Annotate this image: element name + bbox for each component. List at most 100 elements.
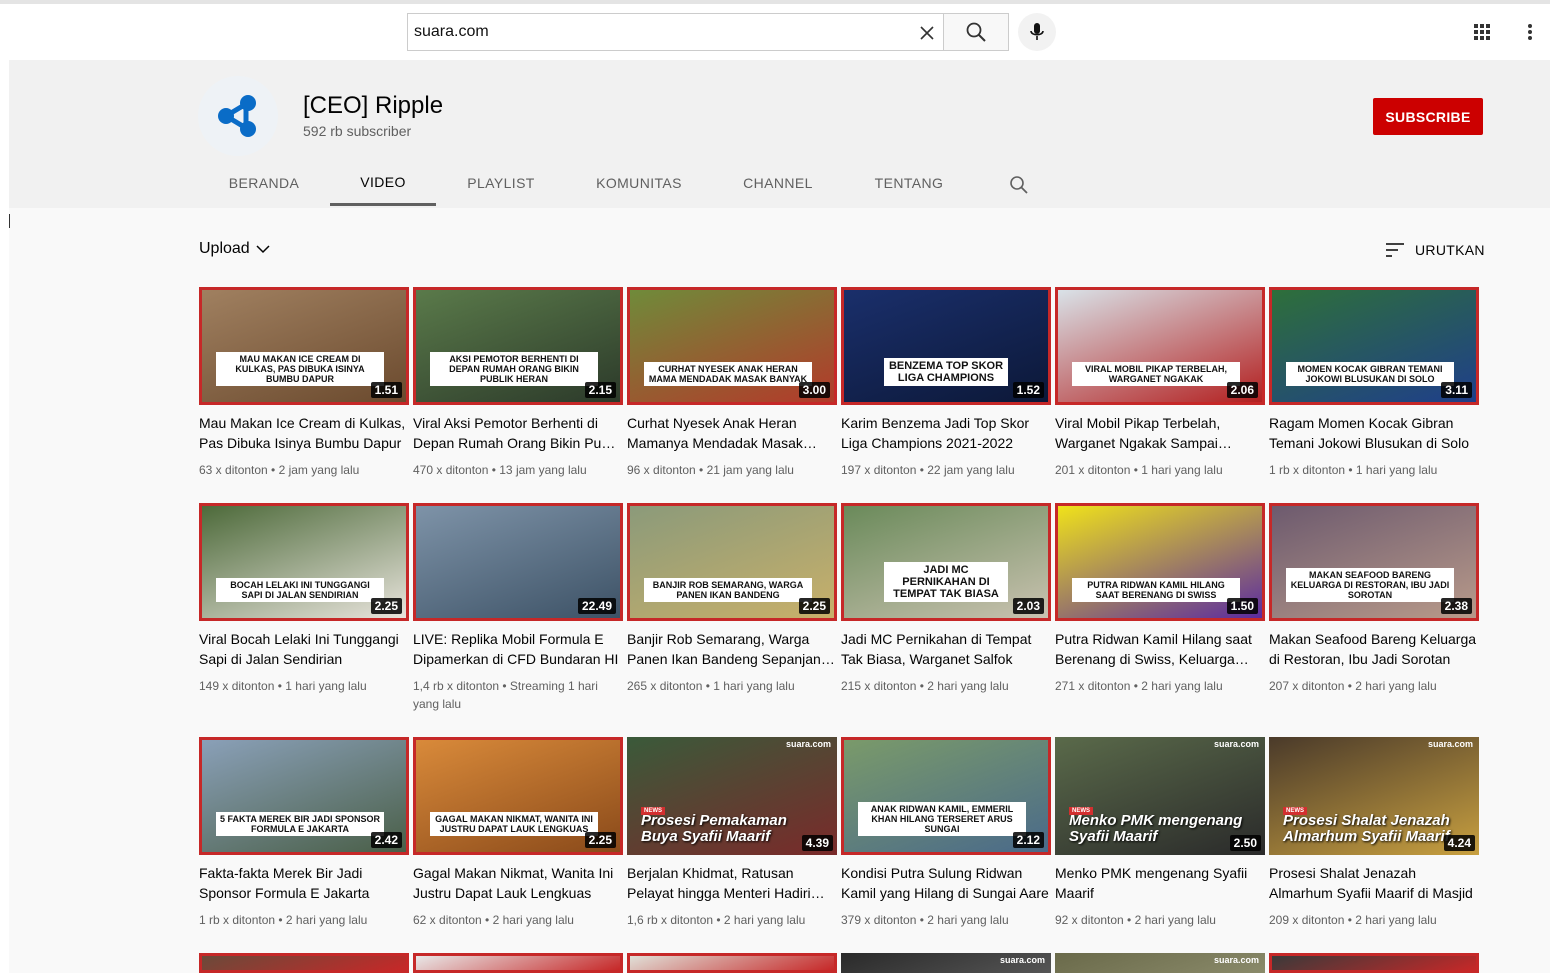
video-title[interactable]: Karim Benzema Jadi Top Skor Liga Champio… xyxy=(841,413,1051,453)
voice-search-button[interactable] xyxy=(1018,13,1056,51)
video-meta: 149 x ditonton • 1 hari yang lalu xyxy=(199,679,367,693)
video-title[interactable]: Putra Ridwan Kamil Hilang saat Berenang … xyxy=(1055,629,1265,669)
channel-avatar[interactable] xyxy=(198,76,278,156)
video-title[interactable]: Fakta-fakta Merek Bir Jadi Sponsor Formu… xyxy=(199,863,409,903)
video-title[interactable]: Ragam Momen Kocak Gibran Temani Jokowi B… xyxy=(1269,413,1479,453)
video-card[interactable]: suara.com NEWS Prosesi Shalat Jenazah Alma… xyxy=(1269,737,1479,929)
video-card[interactable]: CURHAT NYESEK ANAK HERAN MAMA MENDADAK M… xyxy=(627,287,837,479)
video-title[interactable]: Menko PMK mengenang Syafii Maarif xyxy=(1055,863,1265,903)
video-meta: 197 x ditonton • 22 jam yang lalu xyxy=(841,463,1015,477)
search-button[interactable] xyxy=(944,13,1009,51)
video-title[interactable]: Curhat Nyesek Anak Heran Mamanya Mendada… xyxy=(627,413,837,453)
video-title[interactable]: Viral Mobil Pikap Terbelah, Warganet Nga… xyxy=(1055,413,1265,453)
more-vert-icon[interactable] xyxy=(1518,20,1542,44)
video-thumbnail[interactable]: GAGAL MAKAN NIKMAT, WANITA INI JUSTRU DA… xyxy=(413,737,623,855)
tab-komunitas[interactable]: KOMUNITAS xyxy=(584,160,694,206)
video-thumbnail[interactable]: suara.com NEWS Menko PMK mengenang Syafii … xyxy=(1055,737,1265,855)
suara-logo: suara.com xyxy=(1427,739,1473,749)
video-thumbnail[interactable] xyxy=(199,953,409,973)
video-card[interactable] xyxy=(1269,953,1479,973)
text-cursor xyxy=(9,214,10,228)
video-card[interactable]: suara.com xyxy=(841,953,1051,973)
video-card[interactable] xyxy=(413,953,623,973)
video-card[interactable]: BANJIR ROB SEMARANG, WARGA PANEN IKAN BA… xyxy=(627,503,837,695)
apps-grid-icon[interactable] xyxy=(1470,20,1494,44)
thumbnail-caption: PUTRA RIDWAN KAMIL HILANG SAAT BERENANG … xyxy=(1072,578,1240,602)
video-card[interactable]: BENZEMA TOP SKOR LIGA CHAMPIONS 1.52 Karim… xyxy=(841,287,1051,479)
video-thumbnail[interactable]: BANJIR ROB SEMARANG, WARGA PANEN IKAN BA… xyxy=(627,503,837,621)
thumbnail-caption: BENZEMA TOP SKOR LIGA CHAMPIONS xyxy=(884,358,1008,386)
video-title[interactable]: Gagal Makan Nikmat, Wanita Ini Justru Da… xyxy=(413,863,623,903)
video-title[interactable]: Mau Makan Ice Cream di Kulkas, Pas Dibuk… xyxy=(199,413,409,453)
video-card[interactable]: 22.49 LIVE: Replika Mobil Formula E Dipam… xyxy=(413,503,623,713)
video-thumbnail[interactable]: suara.com NEWS Prosesi Shalat Jenazah Alma… xyxy=(1269,737,1479,855)
search-box[interactable] xyxy=(407,13,944,51)
video-thumbnail[interactable]: AKSI PEMOTOR BERHENTI DI DEPAN RUMAH ORA… xyxy=(413,287,623,405)
tab-video[interactable]: VIDEO xyxy=(330,160,436,206)
video-card[interactable]: GAGAL MAKAN NIKMAT, WANITA INI JUSTRU DA… xyxy=(413,737,623,929)
video-thumbnail[interactable]: suara.com NEWS Prosesi Pemakaman Buya Syaf… xyxy=(627,737,837,855)
video-thumbnail[interactable]: MAU MAKAN ICE CREAM DI KULKAS, PAS DIBUK… xyxy=(199,287,409,405)
sort-button[interactable]: URUTKAN xyxy=(1385,238,1485,262)
video-title[interactable]: Viral Bocah Lelaki Ini Tunggangi Sapi di… xyxy=(199,629,409,669)
video-thumbnail[interactable]: VIRAL MOBIL PIKAP TERBELAH, WARGANET NGA… xyxy=(1055,287,1265,405)
video-card[interactable]: 5 FAKTA MEREK BIR JADI SPONSOR FORMULA E… xyxy=(199,737,409,929)
video-card[interactable]: PUTRA RIDWAN KAMIL HILANG SAAT BERENANG … xyxy=(1055,503,1265,695)
duration-badge: 2.03 xyxy=(1012,598,1044,614)
video-card[interactable]: BOCAH LELAKI INI TUNGGANGI SAPI DI JALAN… xyxy=(199,503,409,695)
video-title[interactable]: Banjir Rob Semarang, Warga Panen Ikan Ba… xyxy=(627,629,837,669)
duration-badge: 2.25 xyxy=(584,832,616,848)
thumbnail-image xyxy=(630,956,834,970)
video-card[interactable]: suara.com NEWS Menko PMK mengenang Syafii … xyxy=(1055,737,1265,929)
video-title[interactable]: LIVE: Replika Mobil Formula E Dipamerkan… xyxy=(413,629,623,669)
upload-dropdown[interactable]: Upload xyxy=(199,240,270,258)
video-thumbnail[interactable]: MOMEN KOCAK GIBRAN TEMANI JOKOWI BLUSUKA… xyxy=(1269,287,1479,405)
video-card[interactable]: ANAK RIDWAN KAMIL, EMMERIL KHAN HILANG T… xyxy=(841,737,1051,929)
subscribe-button[interactable]: SUBSCRIBE xyxy=(1373,98,1483,135)
video-card[interactable]: suara.com xyxy=(1055,953,1265,973)
tab-playlist[interactable]: PLAYLIST xyxy=(450,160,552,206)
video-thumbnail[interactable] xyxy=(413,953,623,973)
video-thumbnail[interactable] xyxy=(1269,953,1479,973)
video-thumbnail[interactable]: BOCAH LELAKI INI TUNGGANGI SAPI DI JALAN… xyxy=(199,503,409,621)
duration-badge: 2.42 xyxy=(370,832,402,848)
video-thumbnail[interactable]: BENZEMA TOP SKOR LIGA CHAMPIONS 1.52 xyxy=(841,287,1051,405)
video-card[interactable]: suara.com NEWS Prosesi Pemakaman Buya Syaf… xyxy=(627,737,837,929)
tab-beranda[interactable]: BERANDA xyxy=(212,160,316,206)
video-title[interactable]: Viral Aksi Pemotor Berhenti di Depan Rum… xyxy=(413,413,623,453)
video-card[interactable]: AKSI PEMOTOR BERHENTI DI DEPAN RUMAH ORA… xyxy=(413,287,623,479)
video-card[interactable]: MAU MAKAN ICE CREAM DI KULKAS, PAS DIBUK… xyxy=(199,287,409,479)
video-card[interactable]: VIRAL MOBIL PIKAP TERBELAH, WARGANET NGA… xyxy=(1055,287,1265,479)
close-icon[interactable] xyxy=(916,22,938,44)
video-title[interactable]: Berjalan Khidmat, Ratusan Pelayat hingga… xyxy=(627,863,837,903)
duration-badge: 4.39 xyxy=(801,835,833,851)
video-thumbnail[interactable]: suara.com xyxy=(841,953,1051,973)
duration-badge: 2.15 xyxy=(584,382,616,398)
video-thumbnail[interactable]: 22.49 xyxy=(413,503,623,621)
video-meta: 209 x ditonton • 2 hari yang lalu xyxy=(1269,913,1437,927)
duration-badge: 1.50 xyxy=(1226,598,1258,614)
video-thumbnail[interactable]: MAKAN SEAFOOD BARENG KELUARGA DI RESTORA… xyxy=(1269,503,1479,621)
video-title[interactable]: Prosesi Shalat Jenazah Almarhum Syafii M… xyxy=(1269,863,1479,903)
video-thumbnail[interactable]: suara.com xyxy=(1055,953,1265,973)
channel-search-icon[interactable] xyxy=(1008,174,1030,196)
thumbnail-caption: CURHAT NYESEK ANAK HERAN MAMA MENDADAK M… xyxy=(644,362,812,386)
video-title[interactable]: Kondisi Putra Sulung Ridwan Kamil yang H… xyxy=(841,863,1051,903)
thumbnail-image xyxy=(202,956,406,970)
tab-tentang[interactable]: TENTANG xyxy=(862,160,956,206)
video-title[interactable]: Jadi MC Pernikahan di Tempat Tak Biasa, … xyxy=(841,629,1051,669)
video-card[interactable] xyxy=(199,953,409,973)
tab-channel[interactable]: CHANNEL xyxy=(730,160,826,206)
video-card[interactable]: MOMEN KOCAK GIBRAN TEMANI JOKOWI BLUSUKA… xyxy=(1269,287,1479,479)
video-thumbnail[interactable]: JADI MC PERNIKAHAN DI TEMPAT TAK BIASA 2.… xyxy=(841,503,1051,621)
video-card[interactable] xyxy=(627,953,837,973)
video-thumbnail[interactable]: CURHAT NYESEK ANAK HERAN MAMA MENDADAK M… xyxy=(627,287,837,405)
video-thumbnail[interactable]: ANAK RIDWAN KAMIL, EMMERIL KHAN HILANG T… xyxy=(841,737,1051,855)
video-thumbnail[interactable]: PUTRA RIDWAN KAMIL HILANG SAAT BERENANG … xyxy=(1055,503,1265,621)
video-card[interactable]: MAKAN SEAFOOD BARENG KELUARGA DI RESTORA… xyxy=(1269,503,1479,695)
video-title[interactable]: Makan Seafood Bareng Keluarga di Restora… xyxy=(1269,629,1479,669)
video-thumbnail[interactable]: 5 FAKTA MEREK BIR JADI SPONSOR FORMULA E… xyxy=(199,737,409,855)
video-thumbnail[interactable] xyxy=(627,953,837,973)
search-input[interactable] xyxy=(414,14,904,50)
video-card[interactable]: JADI MC PERNIKAHAN DI TEMPAT TAK BIASA 2.… xyxy=(841,503,1051,695)
